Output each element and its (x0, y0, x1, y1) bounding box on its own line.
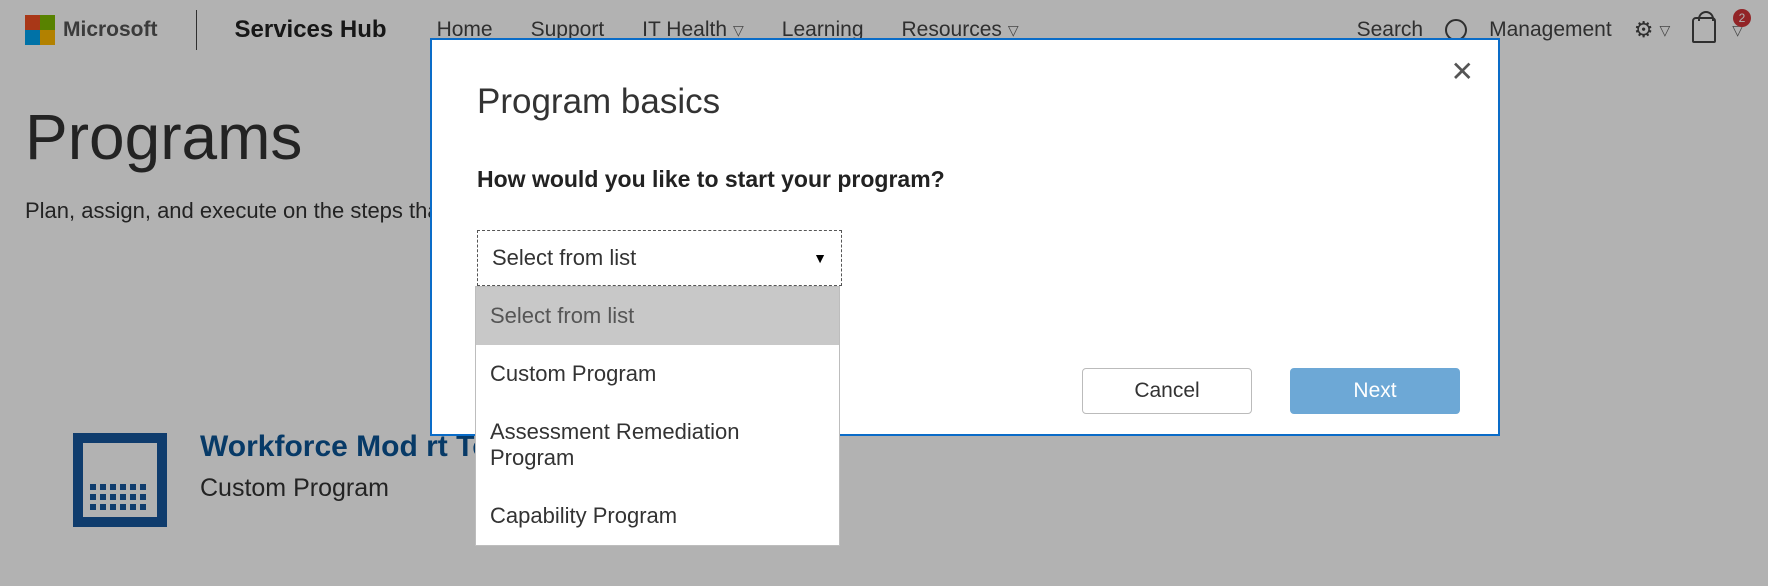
cancel-button-label: Cancel (1134, 379, 1199, 403)
dropdown-option-placeholder[interactable]: Select from list (476, 287, 839, 345)
dropdown-caret-icon: ▼ (813, 250, 827, 266)
next-button[interactable]: Next (1290, 368, 1460, 414)
dialog-title: Program basics (477, 82, 1498, 122)
cancel-button[interactable]: Cancel (1082, 368, 1252, 414)
program-type-dropdown: Select from list Custom Program Assessme… (475, 286, 840, 546)
dialog-question: How would you like to start your program… (477, 166, 1498, 193)
select-value: Select from list (492, 245, 636, 271)
dropdown-option-custom[interactable]: Custom Program (476, 345, 839, 403)
close-icon: ✕ (1451, 56, 1474, 87)
dropdown-option-capability[interactable]: Capability Program (476, 487, 839, 545)
close-button[interactable]: ✕ (1451, 58, 1474, 86)
dropdown-option-assessment[interactable]: Assessment Remediation Program (476, 403, 839, 487)
next-button-label: Next (1353, 379, 1396, 403)
program-type-select[interactable]: Select from list ▼ (477, 230, 842, 286)
